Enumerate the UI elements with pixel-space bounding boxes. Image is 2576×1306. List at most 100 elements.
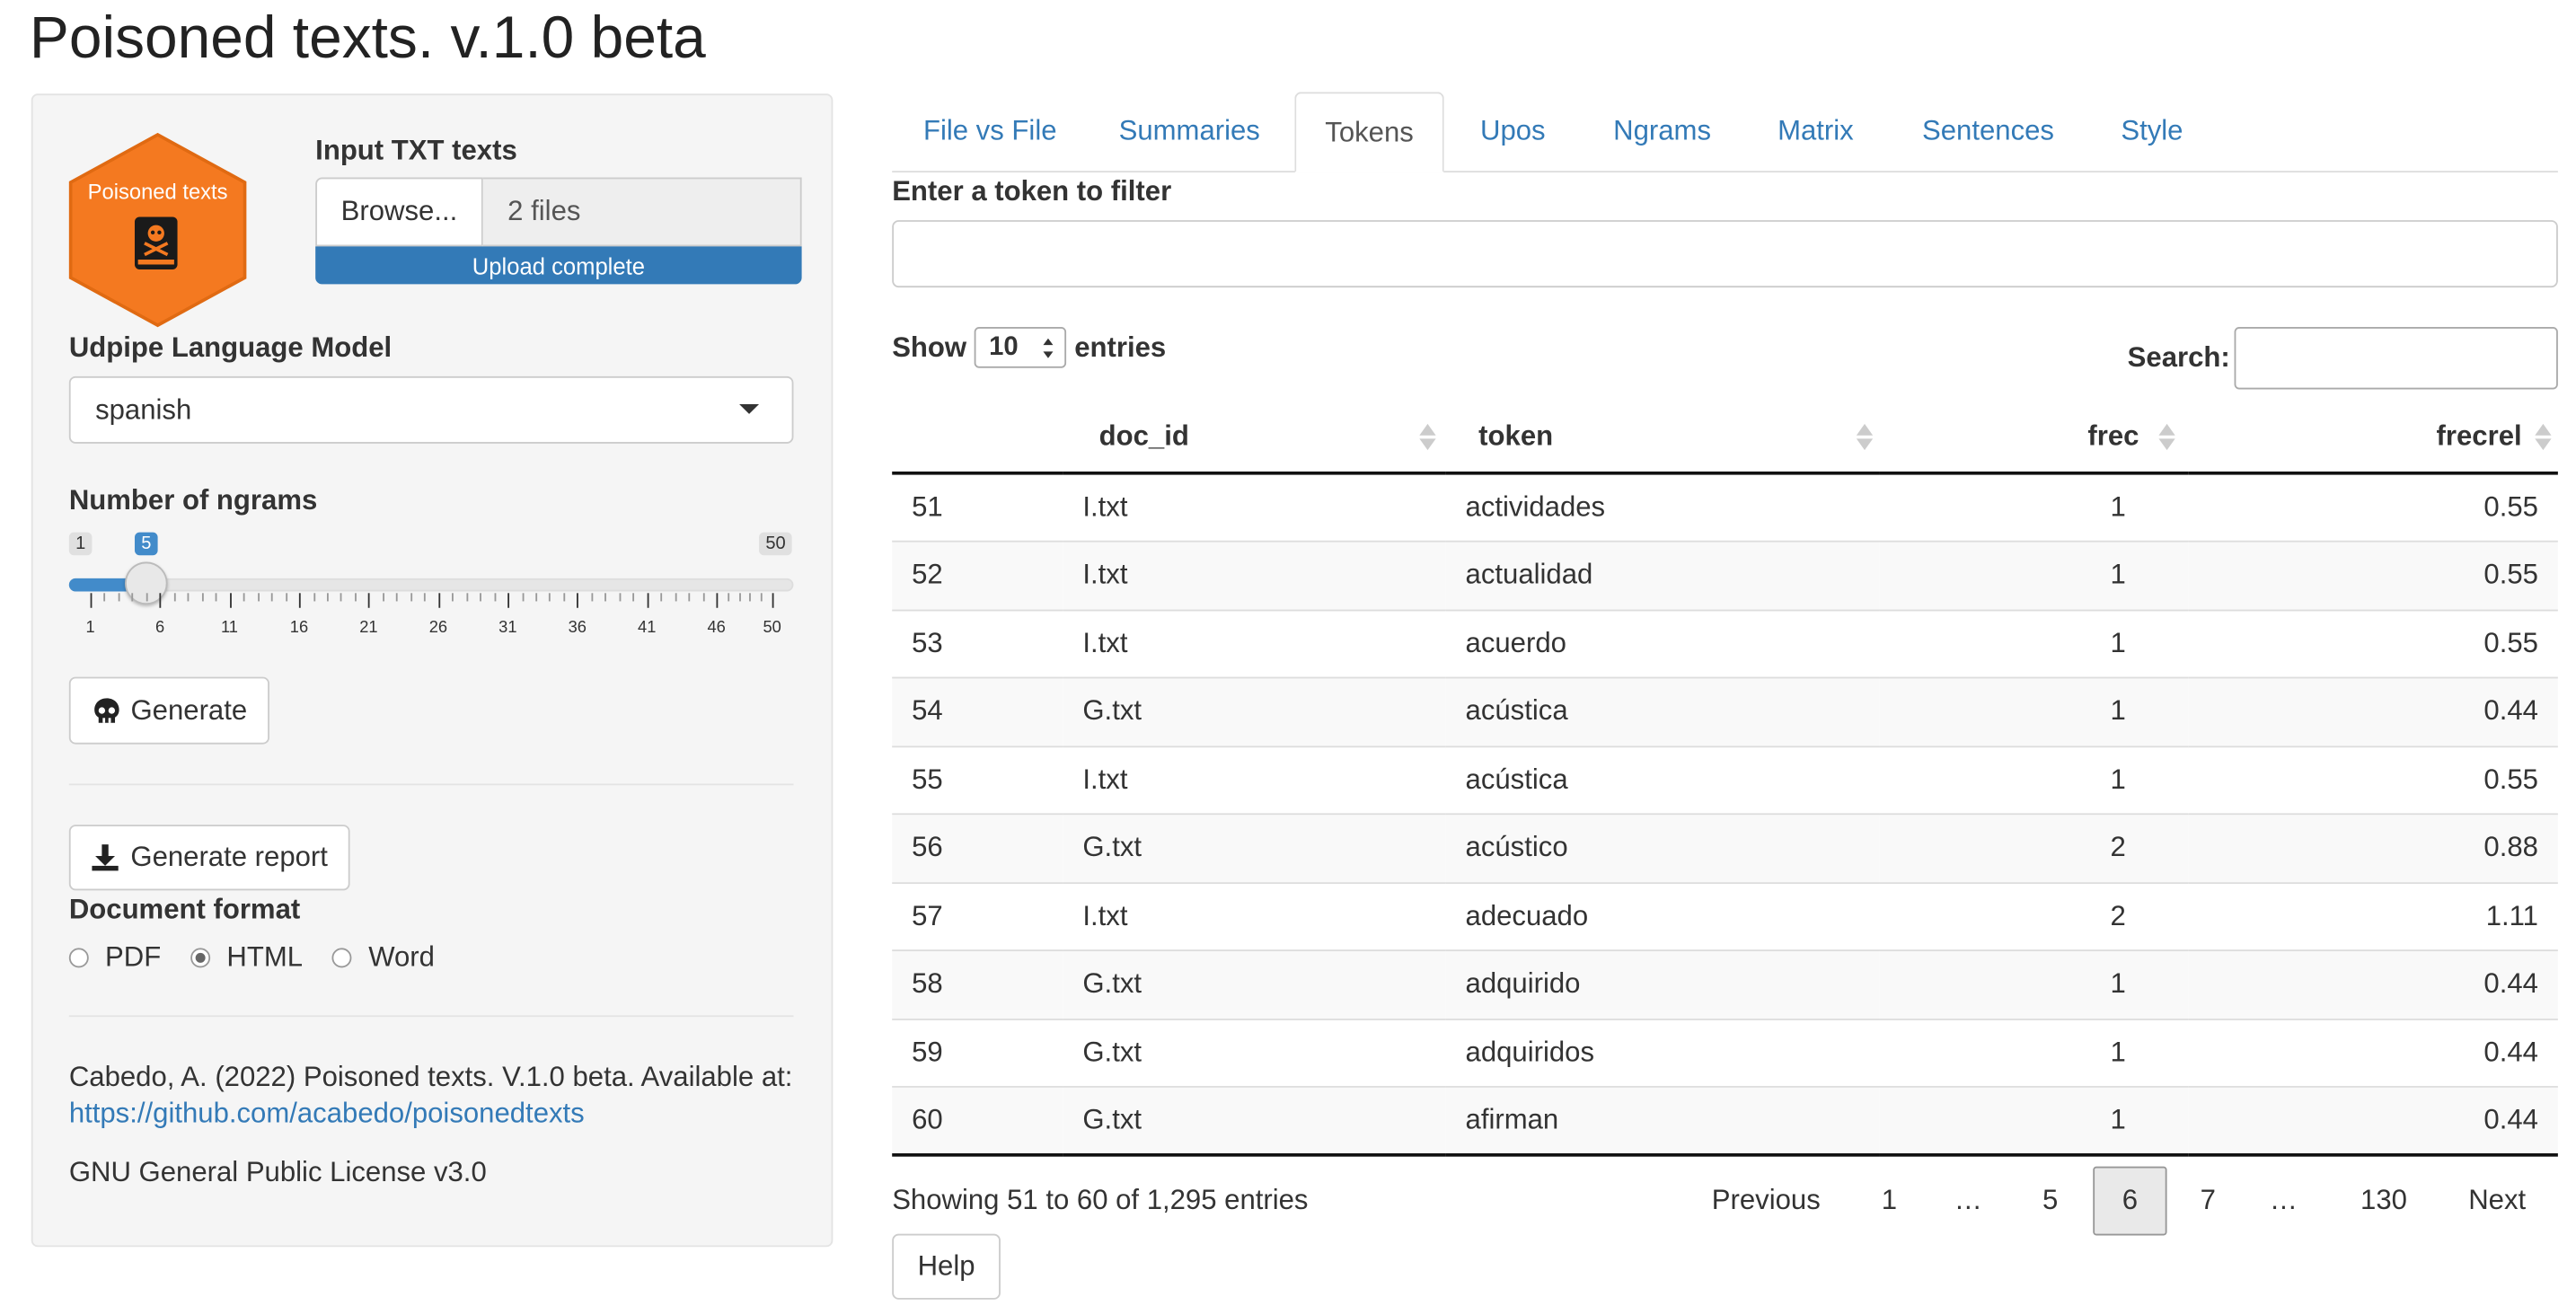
slider-minor-tick [702,593,705,602]
slider-tick-label: 46 [707,619,726,638]
slider-tick-label: 36 [568,619,587,638]
cell-token: acústica [1445,676,1880,746]
slider-min-badge: 1 [68,532,93,556]
pagination-ellipsis: … [2269,1184,2298,1216]
cell-frecrel: 0.55 [2483,490,2538,523]
row-index: 58 [892,949,1063,1019]
slider-major-tick [647,593,649,608]
pagination-ellipsis: … [1954,1184,1982,1216]
logo-text: Poisoned texts [88,180,228,204]
citation-link[interactable]: https://github.com/acabedo/poisonedtexts [69,1098,585,1131]
radio-word[interactable] [331,948,352,968]
entries-length-select[interactable]: 10 [974,326,1067,368]
generate-button-label: Generate [130,693,248,726]
col-header-index[interactable] [892,401,1063,475]
pagination-page-7[interactable]: 7 [2175,1167,2241,1236]
cell-frec: 2 [1879,881,2189,951]
cell-frec: 2 [1879,813,2189,883]
row-index: 56 [892,813,1063,883]
updown-arrows-icon [1043,338,1054,358]
pagination-page-1[interactable]: 1 [1857,1167,1922,1236]
slider-tick-label: 50 [763,619,781,638]
table-row[interactable]: 58 G.txt adquirido 1 0.44 [892,949,2558,1019]
slider-tick-label: 1 [85,619,95,638]
cell-frec: 1 [1879,540,2189,610]
slider-minor-tick [688,593,691,602]
slider-minor-tick [104,593,106,602]
slider-tick-label: 11 [220,619,239,638]
format-option-word[interactable]: Word [331,941,435,975]
tab-ngrams[interactable]: Ngrams [1613,92,1711,171]
table-row[interactable]: 56 G.txt acústico 2 0.88 [892,813,2558,883]
cell-token: acústico [1445,813,1880,883]
cell-token: acústica [1445,745,1880,815]
col-header-frecrel[interactable]: frecrel [2188,401,2558,475]
slider-minor-tick [326,593,329,602]
model-label: Udpipe Language Model [68,331,393,364]
slider-track[interactable] [68,578,794,592]
slider-minor-tick [118,593,120,602]
tab-sentences[interactable]: Sentences [1922,92,2054,171]
cell-frec: 1 [1879,676,2189,746]
slider-minor-tick [660,593,663,602]
tokens-table: doc_id token frec frecrel 51 I.txt activid… [892,401,2558,1157]
browse-button[interactable]: Browse... [315,177,483,247]
generate-report-button[interactable]: Generate report [68,825,350,891]
row-index: 54 [892,676,1063,746]
language-model-value: spanish [95,393,192,425]
col-header-token[interactable]: token [1445,401,1880,475]
cell-doc-id: G.txt [1063,1086,1446,1157]
cell-frec: 1 [1879,1018,2189,1087]
pagination-page-5[interactable]: 5 [2017,1167,2083,1236]
upload-progress-bar: Upload complete [315,246,802,285]
radio-html[interactable] [190,948,211,968]
table-row[interactable]: 51 I.txt actividades 1 0.55 [892,473,2558,542]
language-model-select[interactable]: spanish [68,375,794,444]
cell-frecrel: 0.88 [2188,813,2558,883]
row-index: 55 [892,745,1063,815]
generate-button[interactable]: Generate [68,676,269,745]
pagination-page-130[interactable]: 130 [2340,1167,2429,1236]
table-row[interactable]: 60 G.txt afirman 1 0.44 [892,1086,2558,1157]
slider-minor-tick [480,593,482,602]
pagination-previous[interactable]: Previous [1692,1167,1840,1236]
tab-upos[interactable]: Upos [1480,92,1546,171]
slider-minor-tick [632,593,635,602]
tab-style[interactable]: Style [2121,92,2183,171]
table-row[interactable]: 59 G.txt adquiridos 1 0.44 [892,1018,2558,1087]
chevron-down-icon [739,403,760,414]
cell-frec: 1 [1879,608,2189,678]
format-option-pdf[interactable]: PDF [68,941,161,975]
table-header-row: doc_id token frec frecrel [892,401,2558,475]
slider-minor-tick [257,593,260,602]
slider-minor-tick [563,593,566,602]
tab-tokens[interactable]: Tokens [1294,92,1444,173]
format-option-html[interactable]: HTML [190,941,303,975]
help-button[interactable]: Help [892,1233,1001,1300]
search-input[interactable] [2234,326,2558,390]
cell-doc-id: I.txt [1063,540,1446,610]
token-filter-input[interactable] [892,220,2558,288]
cell-token: adecuado [1445,881,1880,951]
table-row[interactable]: 54 G.txt acústica 1 0.44 [892,676,2558,746]
table-row[interactable]: 55 I.txt acústica 1 0.55 [892,745,2558,815]
cell-doc-id: I.txt [1082,490,1128,523]
col-header-doc-id[interactable]: doc_id [1063,401,1446,475]
table-row[interactable]: 53 I.txt acuerdo 1 0.55 [892,608,2558,678]
slider-minor-tick [201,593,204,602]
cell-frecrel: 0.44 [2188,1018,2558,1087]
tab-file-vs-file[interactable]: File vs File [923,92,1057,171]
pagination-page-6[interactable]: 6 [2093,1166,2167,1236]
slider-minor-tick [354,593,357,602]
table-row[interactable]: 52 I.txt actualidad 1 0.55 [892,540,2558,610]
table-row[interactable]: 57 I.txt adecuado 2 1.11 [892,881,2558,951]
slider-minor-tick [340,593,343,602]
search-label: Search: [2127,341,2230,374]
col-header-frec[interactable]: frec [1879,401,2189,475]
radio-pdf[interactable] [68,948,89,968]
cell-doc-id: G.txt [1063,813,1446,883]
tab-summaries[interactable]: Summaries [1119,92,1260,171]
tab-matrix[interactable]: Matrix [1778,92,1854,171]
pagination-next[interactable]: Next [2448,1167,2546,1236]
cell-token: afirman [1445,1086,1880,1157]
